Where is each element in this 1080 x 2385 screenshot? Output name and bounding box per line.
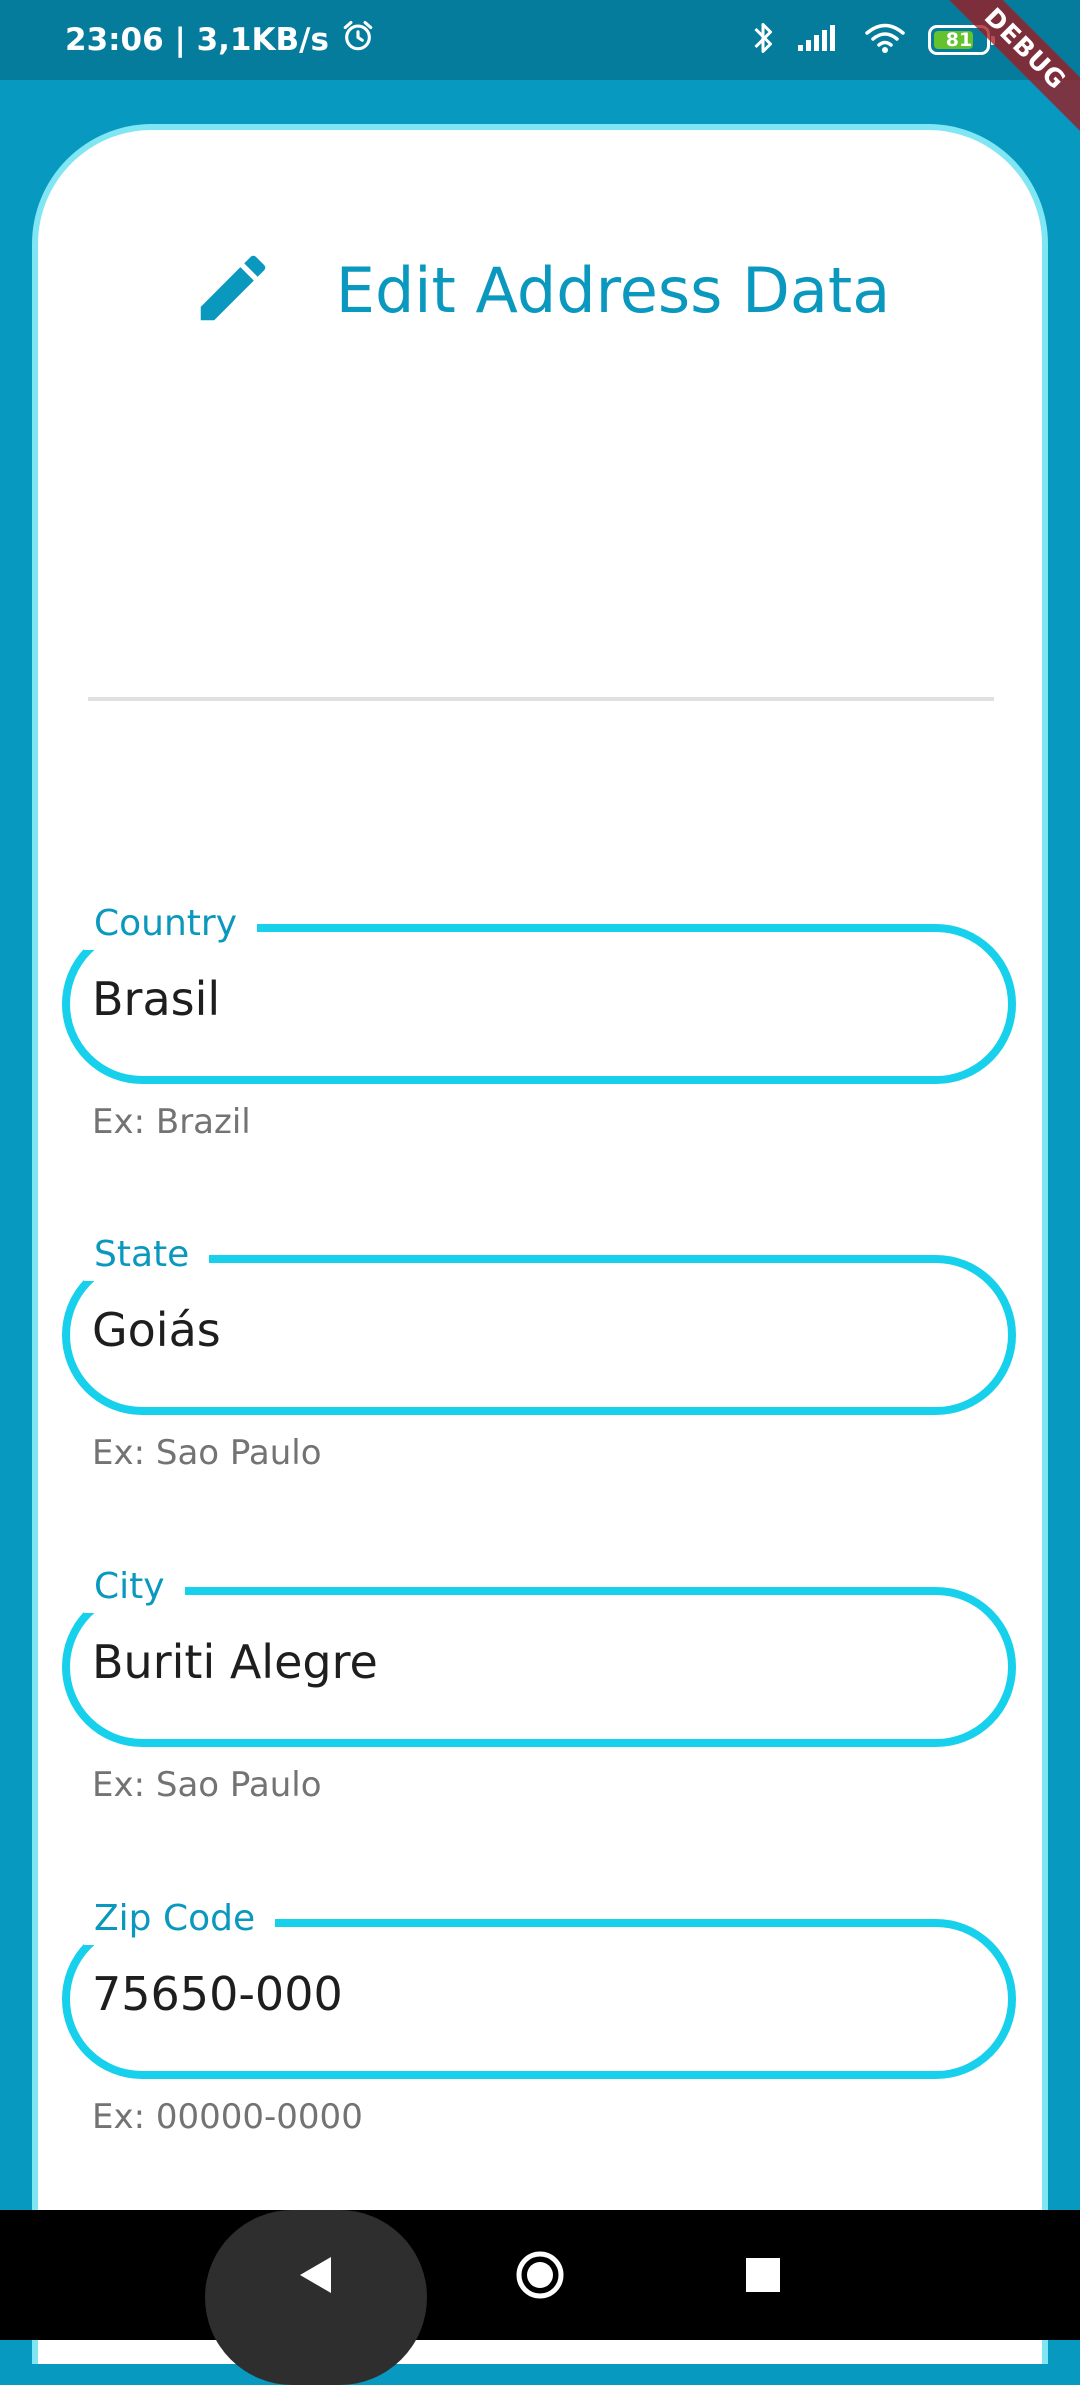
bluetooth-icon [750,20,776,61]
header-divider [88,697,994,701]
alarm-icon [341,19,375,61]
page-title: Edit Address Data [335,253,891,327]
pencil-icon [190,245,276,336]
state-field: State Ex: Sao Paulo [62,1211,1016,1473]
country-input[interactable] [92,972,952,1026]
zip-code-input[interactable] [92,1967,952,2021]
recents-button[interactable] [713,2240,813,2310]
city-helper: Ex: Sao Paulo [92,1765,322,1805]
zip-code-helper: Ex: 00000-0000 [92,2097,363,2137]
city-input[interactable] [92,1635,952,1689]
home-icon [516,2251,564,2299]
zip-code-field: Zip Code Ex: 00000-0000 [62,1875,1016,2137]
page-header: Edit Address Data [0,230,1080,350]
signal-icon [798,23,842,58]
back-icon [300,2257,331,2293]
country-field: Country Ex: Brazil [62,880,1016,1142]
battery-level: 81 [945,29,973,51]
back-button[interactable] [265,2240,365,2310]
status-bar: 23:06 | 3,1KB/s 81 [0,0,1080,80]
status-right: 81 [750,0,995,80]
wifi-icon [864,22,906,59]
status-time-speed: 23:06 | 3,1KB/s [65,22,329,58]
status-left: 23:06 | 3,1KB/s [65,0,375,80]
state-input[interactable] [92,1303,952,1357]
state-helper: Ex: Sao Paulo [92,1433,322,1473]
country-helper: Ex: Brazil [92,1102,251,1142]
recents-icon [746,2258,780,2292]
city-field: City Ex: Sao Paulo [62,1543,1016,1805]
country-label: Country [84,898,258,950]
state-label: State [84,1229,210,1281]
zip-code-label: Zip Code [84,1893,276,1945]
city-label: City [84,1561,185,1613]
home-button[interactable] [490,2240,590,2310]
